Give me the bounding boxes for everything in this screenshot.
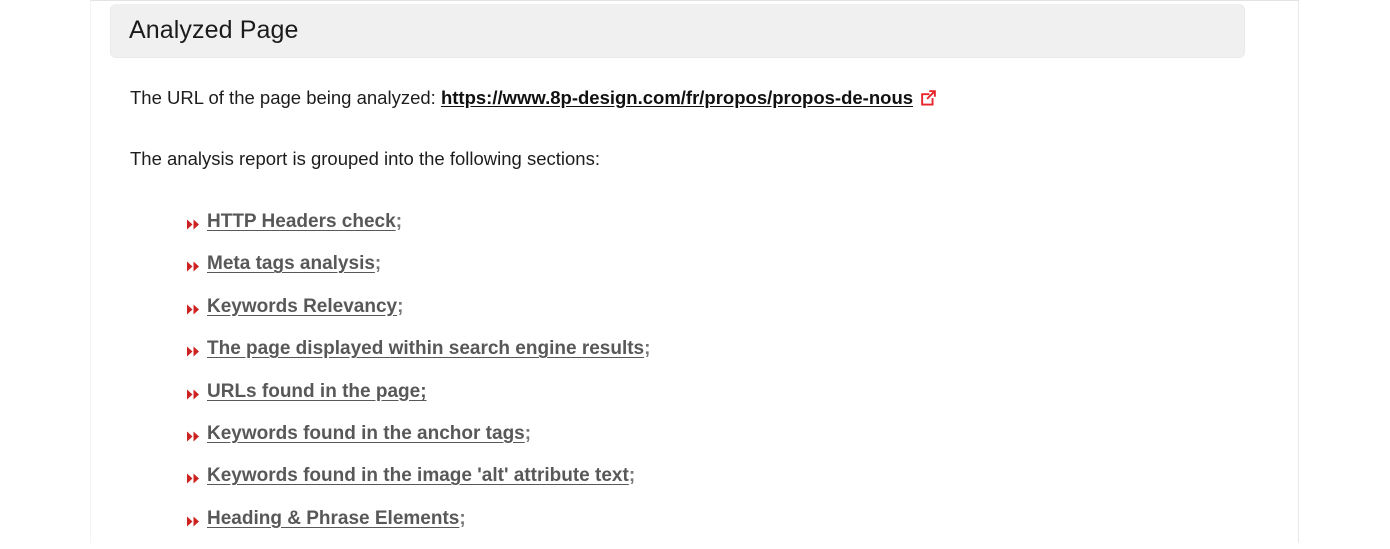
panel-heading: Analyzed Page — [110, 4, 1245, 58]
list-item-separator: ; — [374, 253, 382, 275]
double-chevron-right-icon — [187, 210, 207, 230]
list-item-separator: ; — [397, 295, 404, 317]
double-chevron-right-icon — [187, 464, 207, 484]
list-item: Meta tags analysis; — [187, 252, 650, 294]
double-chevron-right-icon — [187, 252, 207, 272]
sections-intro-text: The analysis report is grouped into the … — [130, 148, 600, 169]
sidebar-item-page-in-search-results[interactable]: The page displayed within search engine … — [207, 337, 644, 361]
list-item-separator: ; — [628, 465, 636, 487]
sidebar-item-keywords-in-image-alt-text[interactable]: Keywords found in the image 'alt' attrib… — [207, 464, 629, 488]
list-item: URLs found in the page; — [187, 380, 650, 422]
sidebar-item-http-headers-check[interactable]: HTTP Headers check — [207, 210, 396, 234]
list-item: The page displayed within search engine … — [187, 337, 650, 379]
analyzed-url-link[interactable]: https://www.8p-design.com/fr/propos/prop… — [441, 87, 913, 108]
list-item: Keywords found in the anchor tags; — [187, 422, 650, 464]
list-item: Keywords Relevancy; — [187, 295, 650, 337]
sidebar-item-keywords-in-anchor-tags[interactable]: Keywords found in the anchor tags — [207, 422, 525, 446]
list-item: HTTP Headers check; — [187, 210, 650, 252]
list-item: Keywords found in the image 'alt' attrib… — [187, 464, 650, 506]
sidebar-item-urls-found-in-page[interactable]: URLs found in the page; — [207, 380, 427, 404]
double-chevron-right-icon — [187, 507, 207, 527]
analyzed-url-label: The URL of the page being analyzed: — [130, 87, 441, 108]
list-item-separator: ; — [524, 422, 532, 444]
section-links-list: HTTP Headers check; Meta tags analysis; — [187, 210, 650, 549]
double-chevron-right-icon — [187, 422, 207, 442]
sidebar-item-keywords-relevancy[interactable]: Keywords Relevancy — [207, 295, 397, 319]
sidebar-item-heading-phrase-elements[interactable]: Heading & Phrase Elements — [207, 507, 459, 531]
external-link-icon[interactable] — [920, 89, 937, 106]
sidebar-item-meta-tags-analysis[interactable]: Meta tags analysis — [207, 252, 375, 276]
panel-body: The URL of the page being analyzed: http… — [91, 58, 1298, 543]
analyzed-url-line: The URL of the page being analyzed: http… — [130, 87, 937, 109]
list-item-separator: ; — [644, 338, 651, 360]
double-chevron-right-icon — [187, 380, 207, 400]
double-chevron-right-icon — [187, 337, 207, 357]
list-item-separator: ; — [395, 211, 403, 232]
double-chevron-right-icon — [187, 295, 207, 315]
page-title: Analyzed Page — [129, 16, 299, 44]
analyzed-page-panel: Analyzed Page The URL of the page being … — [90, 0, 1299, 543]
list-item-separator: ; — [459, 507, 466, 529]
